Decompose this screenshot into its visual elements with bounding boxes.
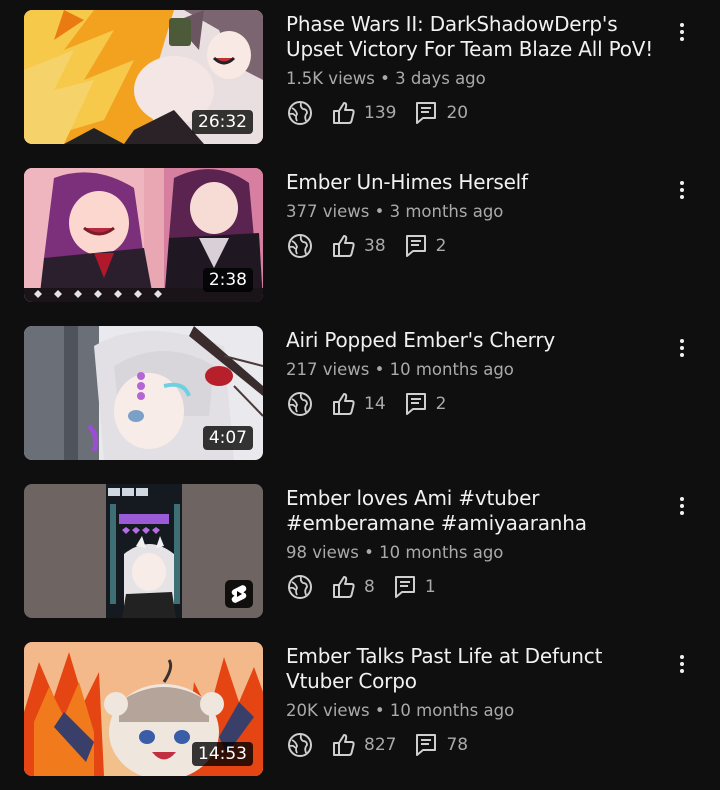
video-list: 26:32 Phase Wars II: DarkShadowDerp's Up… <box>0 0 720 790</box>
comment-icon[interactable] <box>391 573 419 601</box>
comment-icon[interactable] <box>412 731 440 759</box>
video-title[interactable]: Phase Wars II: DarkShadowDerp's Upset Vi… <box>286 12 666 62</box>
video-meta: Phase Wars II: DarkShadowDerp's Upset Vi… <box>286 12 666 127</box>
duration-badge: 2:38 <box>202 268 253 292</box>
upload-age: 3 months ago <box>389 202 504 221</box>
globe-icon <box>286 573 314 601</box>
view-count: 377 views <box>286 202 370 221</box>
thumbs-up-icon[interactable] <box>330 731 358 759</box>
separator-dot: • <box>374 701 385 720</box>
video-stats: 827 78 <box>286 731 666 759</box>
thumbs-up-icon[interactable] <box>330 99 358 127</box>
separator-dot: • <box>364 543 374 562</box>
more-vert-icon[interactable] <box>672 178 692 202</box>
video-title[interactable]: Ember Un-Himes Herself <box>286 170 666 195</box>
video-thumbnail[interactable]: 4:07 <box>24 326 263 460</box>
video-subline: 98 views • 10 months ago <box>286 542 666 564</box>
thumbs-up-icon[interactable] <box>330 573 358 601</box>
view-count: 217 views <box>286 360 370 379</box>
view-count: 20K views <box>286 701 370 720</box>
like-count: 8 <box>364 577 375 597</box>
comment-icon[interactable] <box>402 232 430 260</box>
more-vert-icon[interactable] <box>672 336 692 360</box>
upload-age: 10 months ago <box>389 360 514 379</box>
video-item[interactable]: 14:53 Ember Talks Past Life at Defunct V… <box>0 642 720 778</box>
video-thumbnail[interactable] <box>24 484 263 618</box>
globe-icon <box>286 99 314 127</box>
comment-count: 2 <box>435 236 447 256</box>
more-vert-icon[interactable] <box>672 652 692 676</box>
thumbs-up-icon[interactable] <box>330 390 358 418</box>
view-count: 1.5K views <box>286 69 375 88</box>
video-thumbnail[interactable]: 14:53 <box>24 642 263 776</box>
video-subline: 217 views • 10 months ago <box>286 359 666 381</box>
video-title[interactable]: Ember loves Ami #vtuber #emberamane #ami… <box>286 486 666 536</box>
duration-badge: 14:53 <box>192 742 253 766</box>
like-count: 14 <box>364 394 386 414</box>
video-thumbnail[interactable]: 26:32 <box>24 10 263 144</box>
video-meta: Airi Popped Ember's Cherry 217 views • 1… <box>286 328 666 418</box>
more-vert-icon[interactable] <box>672 20 692 44</box>
upload-age: 10 months ago <box>379 543 504 562</box>
comment-count: 20 <box>446 103 469 123</box>
like-count: 827 <box>364 735 397 755</box>
upload-age: 3 days ago <box>395 69 486 88</box>
video-subline: 1.5K views • 3 days ago <box>286 68 666 90</box>
video-subline: 20K views • 10 months ago <box>286 700 666 722</box>
video-meta: Ember Un-Himes Herself 377 views • 3 mon… <box>286 170 666 260</box>
duration-badge: 26:32 <box>192 110 253 134</box>
video-item[interactable]: 4:07 Airi Popped Ember's Cherry 217 view… <box>0 326 720 462</box>
video-subline: 377 views • 3 months ago <box>286 201 666 223</box>
like-count: 139 <box>364 103 397 123</box>
separator-dot: • <box>374 360 385 379</box>
globe-icon <box>286 731 314 759</box>
video-item[interactable]: Ember loves Ami #vtuber #emberamane #ami… <box>0 484 720 620</box>
separator-dot: • <box>380 69 390 88</box>
video-stats: 14 2 <box>286 390 666 418</box>
view-count: 98 views <box>286 543 359 562</box>
video-stats: 8 1 <box>286 573 666 601</box>
more-vert-icon[interactable] <box>672 494 692 518</box>
video-thumbnail[interactable]: 2:38 <box>24 168 263 302</box>
separator-dot: • <box>374 202 385 221</box>
video-title[interactable]: Airi Popped Ember's Cherry <box>286 328 666 353</box>
video-item[interactable]: 26:32 Phase Wars II: DarkShadowDerp's Up… <box>0 10 720 146</box>
comment-count: 2 <box>435 394 447 414</box>
thumbs-up-icon[interactable] <box>330 232 358 260</box>
duration-badge: 4:07 <box>202 426 253 450</box>
globe-icon <box>286 390 314 418</box>
video-meta: Ember loves Ami #vtuber #emberamane #ami… <box>286 486 666 601</box>
video-item[interactable]: 2:38 Ember Un-Himes Herself 377 views • … <box>0 168 720 304</box>
comment-count: 78 <box>446 735 469 755</box>
video-stats: 38 2 <box>286 232 666 260</box>
video-title[interactable]: Ember Talks Past Life at Defunct Vtuber … <box>286 644 666 694</box>
video-stats: 139 20 <box>286 99 666 127</box>
like-count: 38 <box>364 236 386 256</box>
comment-icon[interactable] <box>402 390 430 418</box>
globe-icon <box>286 232 314 260</box>
upload-age: 10 months ago <box>389 701 515 720</box>
comment-count: 1 <box>424 577 436 597</box>
comment-icon[interactable] <box>412 99 440 127</box>
video-meta: Ember Talks Past Life at Defunct Vtuber … <box>286 644 666 759</box>
shorts-icon <box>225 580 253 608</box>
